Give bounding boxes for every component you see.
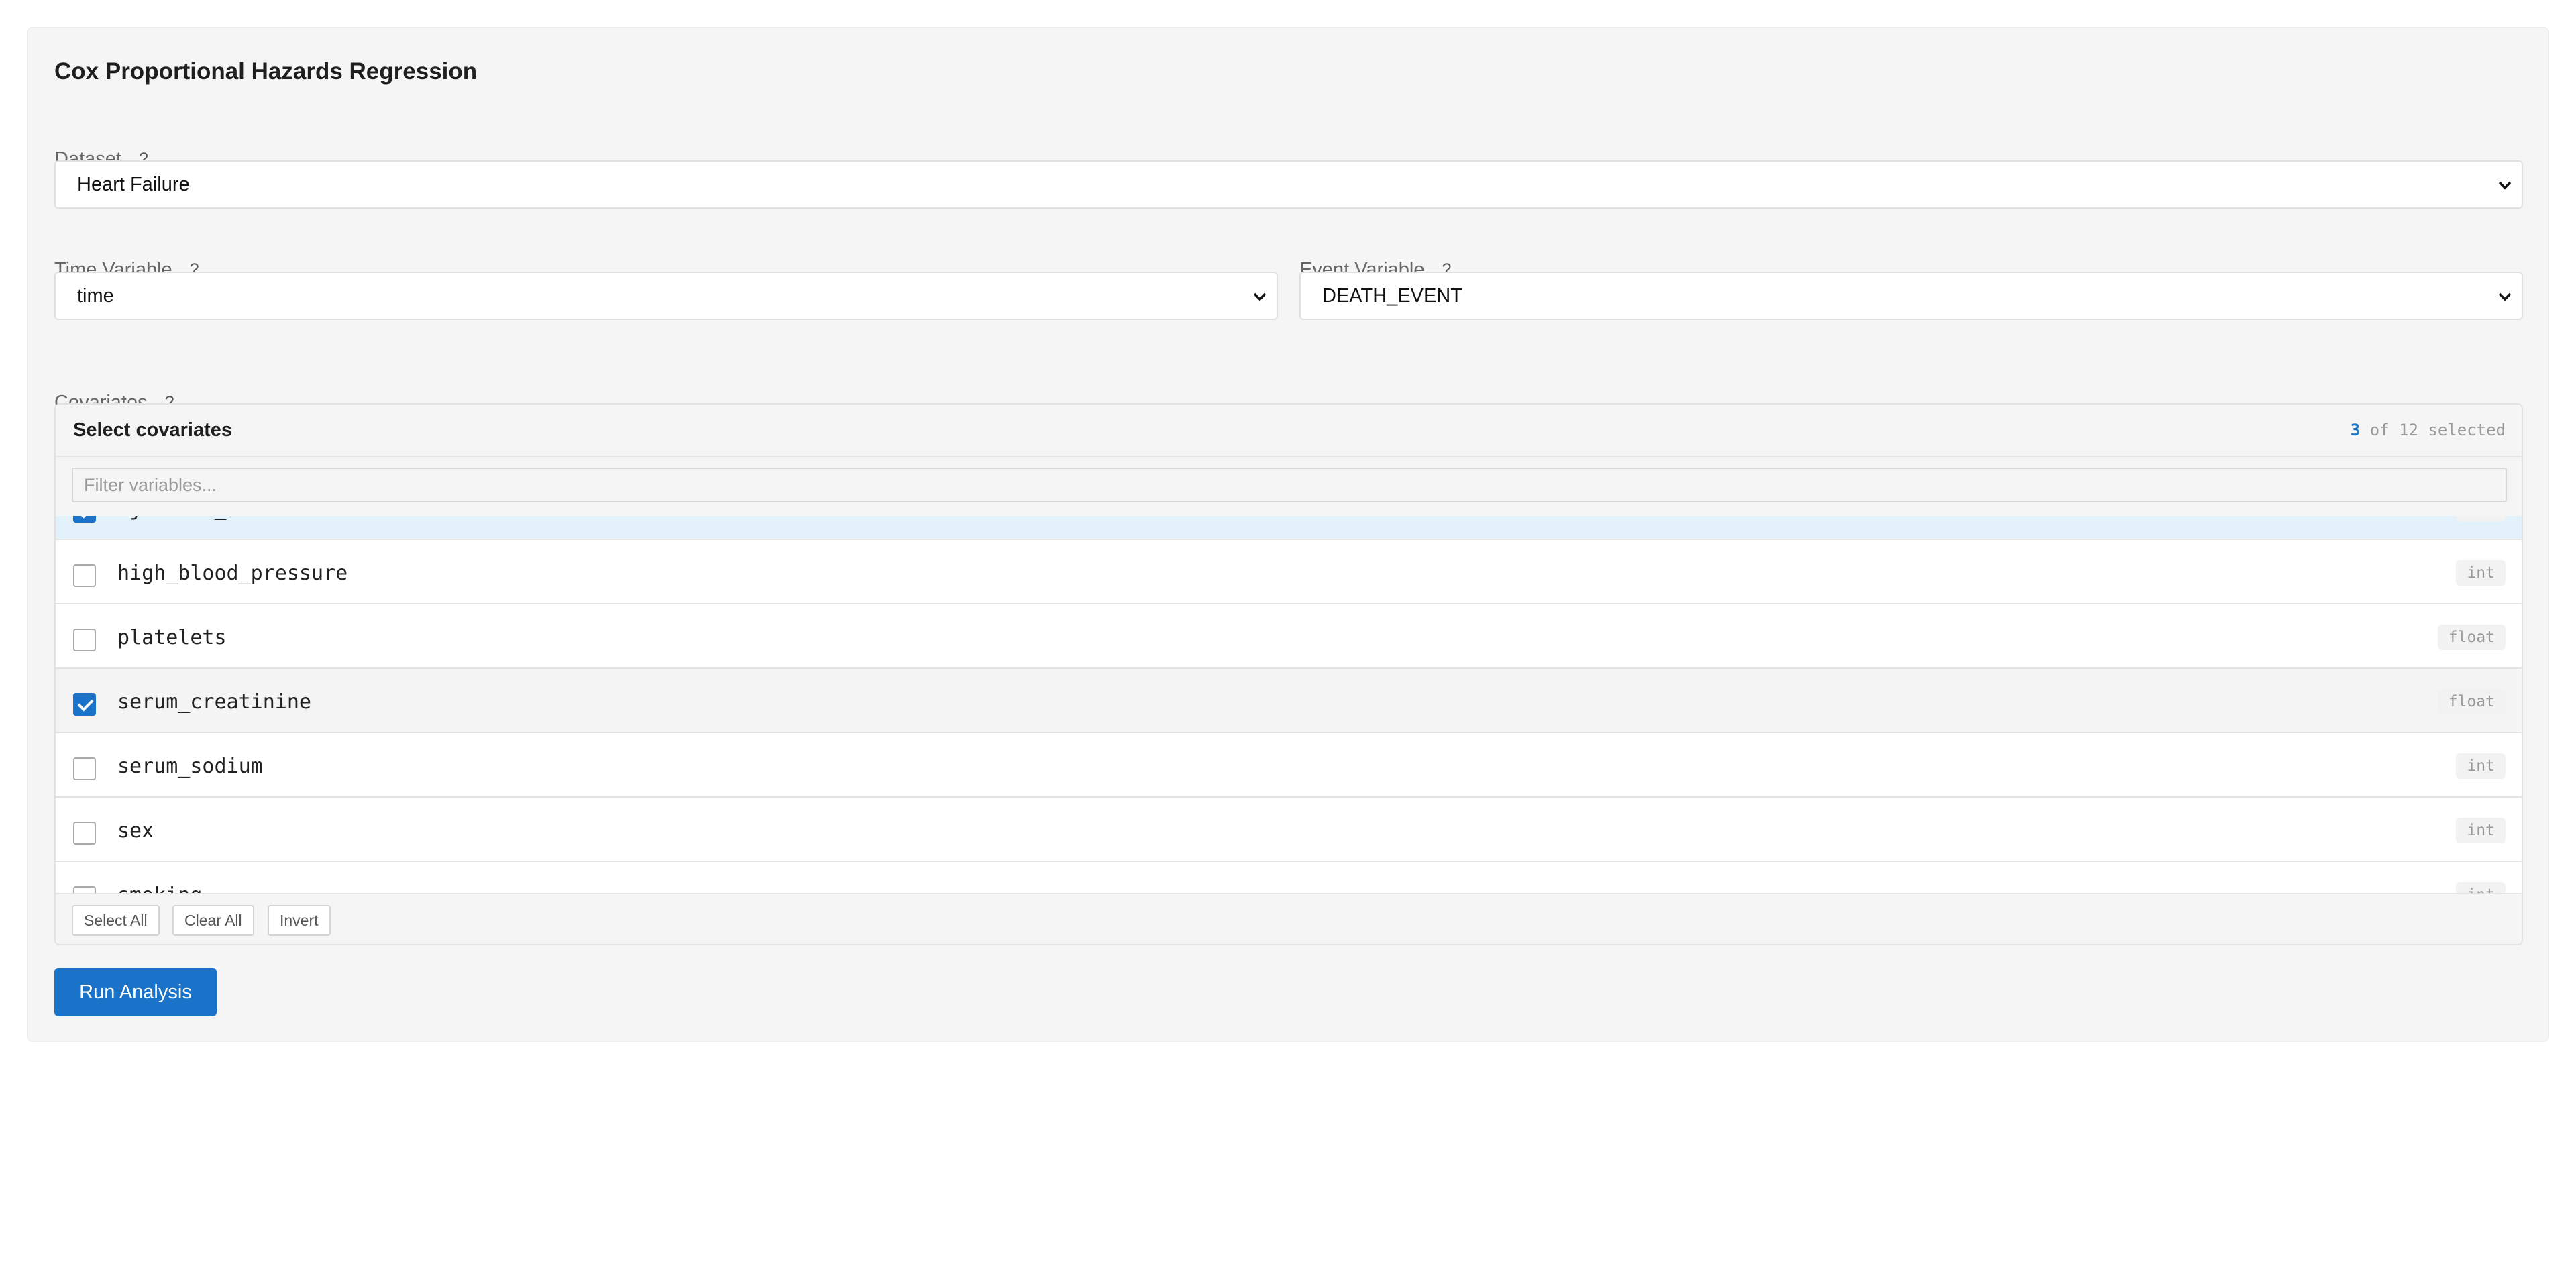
dataset-select[interactable]: Heart Failure (54, 160, 2523, 209)
variable-type-badge: int (2456, 818, 2506, 843)
list-item[interactable]: platelets float (56, 604, 2522, 669)
variable-name: high_blood_pressure (117, 561, 348, 585)
chevron-down-icon (1253, 292, 1267, 301)
covariates-header-title: Select covariates (73, 419, 232, 441)
time-variable-select-value: time (77, 284, 114, 307)
selected-count-number: 3 (2350, 421, 2361, 439)
checkbox[interactable] (73, 886, 96, 893)
list-item[interactable]: sex int (56, 798, 2522, 862)
selected-count-suffix: of 12 selected (2360, 421, 2506, 439)
chevron-down-icon (2498, 181, 2512, 190)
variable-type-badge: int (2456, 882, 2506, 893)
variable-name: sex (117, 819, 154, 843)
list-item[interactable]: high_blood_pressure int (56, 540, 2522, 604)
variable-name: ejection_fraction (117, 516, 323, 521)
variable-type-badge: int (2456, 753, 2506, 779)
select-all-button[interactable]: Select All (72, 905, 160, 936)
invert-button[interactable]: Invert (268, 905, 331, 936)
event-variable-select[interactable]: DEATH_EVENT (1299, 272, 2523, 320)
checkbox[interactable] (73, 564, 96, 587)
covariates-selector: Select covariates 3 of 12 selected eject… (54, 403, 2523, 945)
time-variable-select[interactable]: time (54, 272, 1278, 320)
covariates-actions: Select All Clear All Invert (56, 893, 2522, 944)
clear-all-button[interactable]: Clear All (172, 905, 254, 936)
checkbox[interactable] (73, 516, 96, 523)
chevron-down-icon (2498, 292, 2512, 301)
checkbox[interactable] (73, 693, 96, 716)
list-item[interactable]: serum_sodium int (56, 733, 2522, 798)
covariates-list[interactable]: ejection_fraction int high_blood_pressur… (56, 516, 2522, 893)
list-item[interactable]: serum_creatinine float (56, 669, 2522, 733)
page-title: Cox Proportional Hazards Regression (54, 58, 478, 85)
checkbox[interactable] (73, 822, 96, 845)
filter-variables-input[interactable] (72, 468, 2507, 502)
event-variable-select-value: DEATH_EVENT (1322, 284, 1462, 307)
variable-name: serum_sodium (117, 755, 263, 778)
filter-bar (56, 457, 2522, 516)
checkbox[interactable] (73, 629, 96, 651)
list-item[interactable]: smoking int (56, 862, 2522, 893)
run-analysis-button[interactable]: Run Analysis (54, 968, 217, 1016)
variable-type-badge: float (2437, 625, 2506, 650)
variable-name: serum_creatinine (117, 690, 311, 714)
selected-count: 3 of 12 selected (2351, 421, 2506, 439)
variable-name: smoking (117, 884, 202, 893)
covariates-header: Select covariates 3 of 12 selected (56, 405, 2522, 457)
checkbox[interactable] (73, 757, 96, 780)
dataset-select-value: Heart Failure (77, 173, 190, 195)
list-item[interactable]: ejection_fraction int (56, 516, 2522, 540)
variable-type-badge: float (2437, 689, 2506, 714)
variable-name: platelets (117, 626, 227, 649)
cox-regression-panel: Cox Proportional Hazards Regression Data… (27, 27, 2549, 1042)
variable-type-badge: int (2456, 560, 2506, 586)
variable-type-badge: int (2456, 516, 2506, 521)
